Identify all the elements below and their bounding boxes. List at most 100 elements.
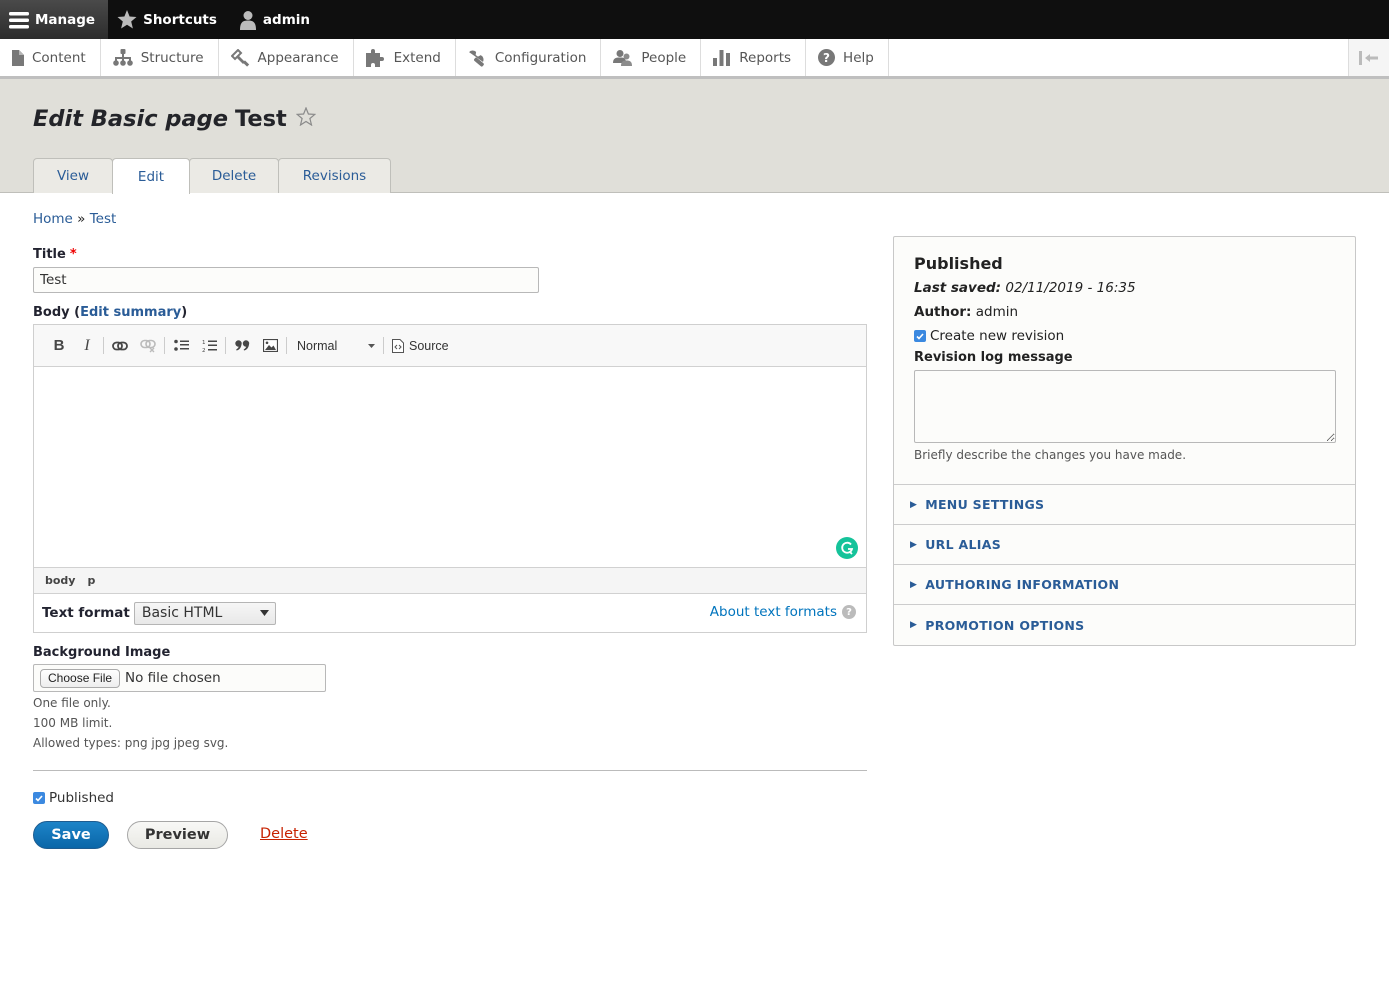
admin-toolbar: Manage Shortcuts admin xyxy=(0,0,1389,39)
tray-item-label: Reports xyxy=(739,49,792,66)
tab-revisions[interactable]: Revisions xyxy=(278,158,391,193)
grammarly-icon[interactable] xyxy=(836,537,858,559)
user-icon xyxy=(239,10,256,30)
tray-item-appearance[interactable]: Appearance xyxy=(219,39,354,76)
blockquote-button[interactable] xyxy=(228,334,256,358)
svg-text:2: 2 xyxy=(202,348,206,353)
published-checkbox[interactable]: Published xyxy=(33,790,114,806)
select-arrow-icon xyxy=(259,610,269,616)
promotion-options-toggle[interactable]: ▶ PROMOTION OPTIONS xyxy=(894,605,1355,645)
background-image-label: Background Image xyxy=(33,645,171,660)
bold-button[interactable]: B xyxy=(45,334,73,358)
hamburger-menu-icon xyxy=(9,11,29,28)
people-icon xyxy=(613,50,633,66)
title-input[interactable] xyxy=(33,267,539,293)
toolbar-shortcuts-label: Shortcuts xyxy=(143,11,217,28)
tray-item-content[interactable]: Content xyxy=(0,39,101,76)
text-format-row: Text format Basic HTML About text format… xyxy=(34,594,866,632)
authoring-information-toggle[interactable]: ▶ AUTHORING INFORMATION xyxy=(894,565,1355,605)
tab-view[interactable]: View xyxy=(33,158,113,193)
toolbar-user-label: admin xyxy=(262,11,311,28)
about-text-formats-link[interactable]: About text formats xyxy=(710,604,837,620)
title-label-text: Title xyxy=(33,247,66,262)
tab-delete[interactable]: Delete xyxy=(189,158,279,193)
toolbar-separator xyxy=(164,337,165,354)
element-path-p[interactable]: p xyxy=(87,574,95,587)
text-format-select[interactable]: Basic HTML xyxy=(133,601,276,625)
expand-triangle-icon: ▶ xyxy=(910,579,918,590)
tray-item-reports[interactable]: Reports xyxy=(701,39,807,76)
link-icon xyxy=(112,341,128,350)
source-button[interactable]: Source xyxy=(386,338,455,353)
tray-item-help[interactable]: ? Help xyxy=(806,39,889,76)
last-saved-label: Last saved: xyxy=(914,280,1002,296)
toolbar-separator xyxy=(103,337,104,354)
unlink-button[interactable] xyxy=(134,334,162,358)
accordion-label: AUTHORING INFORMATION xyxy=(925,577,1120,592)
revision-log-textarea[interactable] xyxy=(914,370,1336,443)
tray-item-extend[interactable]: Extend xyxy=(354,39,456,76)
tray-item-configuration[interactable]: Configuration xyxy=(456,39,602,76)
toolbar-manage-label: Manage xyxy=(35,11,96,28)
body-label-text: Body xyxy=(33,305,70,320)
tray-item-structure[interactable]: Structure xyxy=(101,39,219,76)
toolbar-separator xyxy=(225,337,226,354)
file-help-size: 100 MB limit. xyxy=(33,716,113,730)
toolbar-shortcuts[interactable]: Shortcuts xyxy=(108,0,230,39)
tray-item-label: Content xyxy=(32,49,86,66)
form-divider xyxy=(33,770,867,771)
preview-button[interactable]: Preview xyxy=(127,821,228,849)
accordion-label: MENU SETTINGS xyxy=(925,497,1045,512)
italic-button[interactable]: I xyxy=(73,334,101,358)
help-circle-icon[interactable]: ? xyxy=(842,605,856,619)
breadcrumb-separator: » xyxy=(77,211,86,227)
save-button[interactable]: Save xyxy=(33,821,109,849)
tray-orientation-toggle[interactable] xyxy=(1348,39,1389,76)
choose-file-button[interactable]: Choose File xyxy=(40,668,121,688)
breadcrumb-home[interactable]: Home xyxy=(33,211,73,227)
element-path-bar: body p xyxy=(34,567,866,594)
tab-edit[interactable]: Edit xyxy=(112,158,190,194)
image-button[interactable] xyxy=(256,334,284,358)
edit-summary-link[interactable]: Edit summary xyxy=(80,305,181,320)
tray-item-people[interactable]: People xyxy=(601,39,702,76)
tray-item-label: Structure xyxy=(140,49,204,66)
bulleted-list-button[interactable] xyxy=(167,334,195,358)
last-saved: Last saved: 02/11/2019 - 16:35 xyxy=(914,280,1335,296)
breadcrumb-current[interactable]: Test xyxy=(90,211,117,227)
background-image-file-input[interactable]: Choose File No file chosen xyxy=(33,664,326,692)
toolbar-separator xyxy=(383,337,384,354)
author: Author: admin xyxy=(914,304,1335,320)
paragraph-format-dropdown[interactable]: Normal xyxy=(289,334,381,358)
svg-text:1: 1 xyxy=(202,340,206,346)
paragraph-format-value: Normal xyxy=(297,338,338,353)
url-alias-toggle[interactable]: ▶ URL ALIAS xyxy=(894,525,1355,565)
element-path-body[interactable]: body xyxy=(45,574,75,587)
required-marker: * xyxy=(69,247,77,262)
editor-content-area[interactable] xyxy=(34,367,866,567)
entity-meta-sidebar: Published Last saved: 02/11/2019 - 16:35… xyxy=(893,236,1356,646)
link-button[interactable] xyxy=(106,334,134,358)
shortcut-star-icon[interactable] xyxy=(295,106,317,132)
numbered-list-button[interactable]: 12 xyxy=(195,334,223,358)
toolbar-user[interactable]: admin xyxy=(230,0,323,39)
star-icon xyxy=(117,10,137,29)
primary-tabs: View Edit Delete Revisions xyxy=(33,158,391,194)
page-title-type: Edit Basic page xyxy=(33,106,229,132)
create-revision-checkbox[interactable]: Create new revision xyxy=(914,328,1335,344)
menu-settings-toggle[interactable]: ▶ MENU SETTINGS xyxy=(894,485,1355,525)
text-format-label: Text format xyxy=(42,605,130,621)
author-value: admin xyxy=(975,304,1019,320)
tray-item-label: Configuration xyxy=(494,49,587,66)
file-help-count: One file only. xyxy=(33,696,111,710)
checkbox-checked-icon[interactable] xyxy=(914,330,926,342)
numbered-list-icon: 12 xyxy=(202,340,217,353)
delete-link[interactable]: Delete xyxy=(260,826,308,842)
page-header: Edit Basic page Test View Edit Delete Re… xyxy=(0,79,1389,194)
tray-item-label: People xyxy=(641,49,687,66)
checkbox-checked-icon[interactable] xyxy=(33,792,45,804)
admin-tray: Content Structure Appearance Extend Conf… xyxy=(0,39,1389,79)
toolbar-manage[interactable]: Manage xyxy=(0,0,109,39)
revision-log-help: Briefly describe the changes you have ma… xyxy=(914,448,1187,462)
title-label: Title * xyxy=(33,247,77,262)
